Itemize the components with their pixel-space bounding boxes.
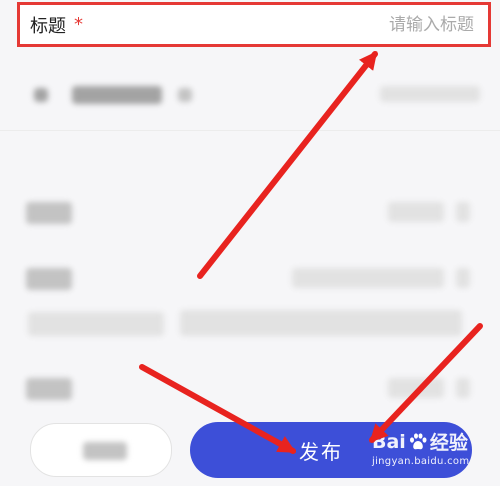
- masked-text: [26, 202, 72, 224]
- title-field-row[interactable]: 标题 *: [17, 2, 491, 47]
- masked-value: [388, 202, 444, 222]
- masked-text: [180, 310, 462, 336]
- masked-chevron: [456, 268, 470, 288]
- masked-text: [28, 312, 164, 336]
- masked-chevron: [456, 378, 470, 398]
- title-field-label: 标题 *: [30, 12, 83, 38]
- watermark-brand: Bai: [372, 430, 406, 453]
- required-asterisk: *: [74, 14, 83, 35]
- baidu-jingyan-watermark: Bai 经验 jingyan.baidu.com: [372, 428, 480, 480]
- paw-icon: [409, 432, 427, 449]
- masked-chevron: [456, 202, 470, 222]
- watermark-brand-tail: 经验: [429, 432, 468, 454]
- row-divider: [0, 130, 500, 131]
- masked-value: [292, 268, 444, 288]
- masked-value: [380, 86, 480, 102]
- publish-button-label: 发布: [299, 439, 343, 464]
- title-input[interactable]: [284, 14, 474, 35]
- masked-text: [26, 378, 72, 400]
- masked-text: [72, 86, 162, 104]
- publish-form-screen: 标题 * 发布 Ba: [0, 0, 500, 486]
- watermark-logo: Bai 经验: [372, 428, 480, 455]
- title-label-text: 标题: [30, 15, 66, 37]
- secondary-button[interactable]: [30, 423, 172, 477]
- masked-icon: [34, 88, 48, 102]
- masked-value: [388, 378, 444, 398]
- watermark-url: jingyan.baidu.com: [372, 456, 470, 467]
- masked-text: [178, 88, 192, 102]
- arrow-to-title-field: [197, 51, 378, 279]
- masked-button-label: [83, 442, 127, 460]
- masked-text: [26, 268, 72, 290]
